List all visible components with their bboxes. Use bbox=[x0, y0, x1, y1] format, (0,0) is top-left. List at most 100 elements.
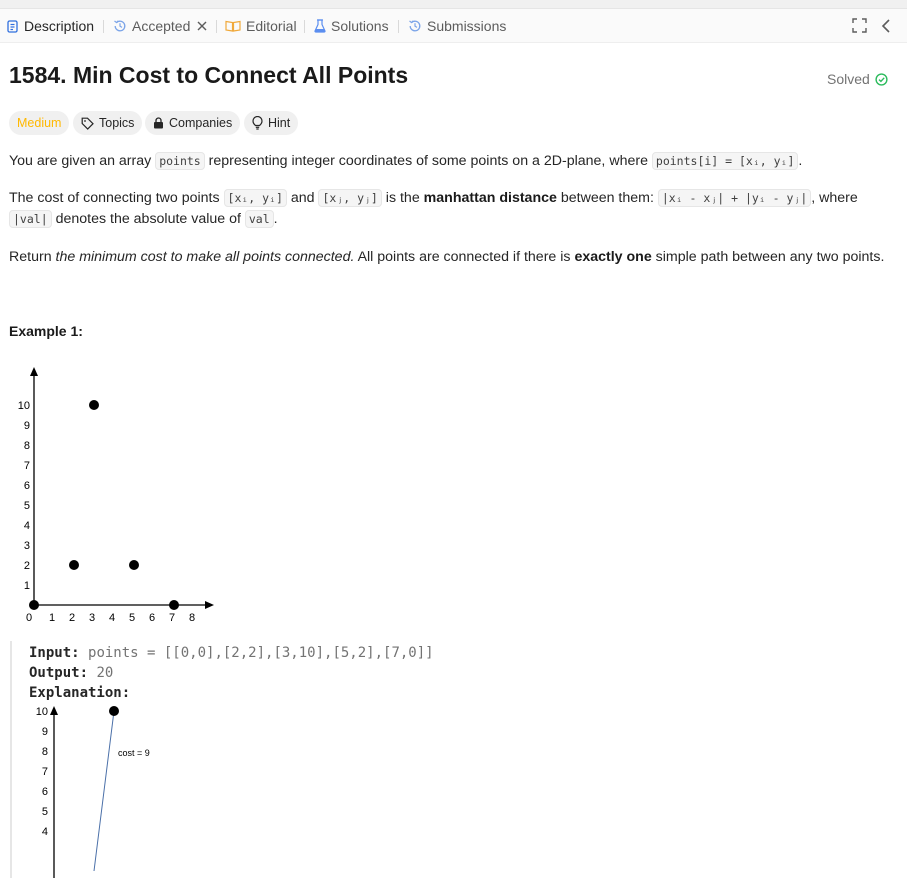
description-icon bbox=[7, 19, 18, 33]
tab-solutions-label: Solutions bbox=[331, 18, 389, 34]
tab-separator bbox=[398, 20, 399, 33]
data-point bbox=[29, 600, 39, 610]
y-tick-label: 6 bbox=[24, 480, 30, 492]
explanation-graph: 4 5 6 7 8 9 10 cost = 9 bbox=[36, 706, 150, 878]
tab-submissions[interactable]: Submissions bbox=[408, 9, 506, 43]
y-tick-label: 7 bbox=[42, 766, 48, 778]
tag-icon bbox=[81, 117, 94, 130]
text: Return bbox=[9, 249, 56, 265]
tab-editorial-label: Editorial bbox=[246, 18, 297, 34]
x-tick-label: 2 bbox=[69, 612, 75, 624]
hint-button[interactable]: Hint bbox=[244, 111, 299, 135]
output-label: Output: bbox=[29, 665, 89, 681]
text: and bbox=[286, 190, 319, 206]
book-icon bbox=[225, 20, 241, 32]
bold-text: exactly one bbox=[574, 249, 652, 265]
close-icon[interactable] bbox=[197, 21, 207, 31]
y-tick-label: 5 bbox=[42, 806, 48, 818]
y-tick-label: 2 bbox=[24, 560, 30, 572]
history-icon bbox=[409, 20, 421, 32]
lock-icon bbox=[154, 117, 163, 129]
y-tick-label: 5 bbox=[24, 500, 30, 512]
input-line: Input: points = [[0,0],[2,2],[3,10],[5,2… bbox=[29, 645, 434, 661]
inline-code: val bbox=[244, 210, 274, 228]
x-tick-label: 7 bbox=[169, 612, 175, 624]
problem-title: 1584. Min Cost to Connect All Points bbox=[9, 62, 409, 88]
inline-code: points[i] = [xᵢ, yᵢ] bbox=[651, 152, 799, 170]
tab-editorial[interactable]: Editorial bbox=[225, 9, 297, 43]
tab-description-label: Description bbox=[24, 18, 95, 34]
hint-label: Hint bbox=[268, 116, 291, 130]
x-axis-arrow bbox=[205, 601, 214, 609]
y-tick-label: 3 bbox=[24, 540, 30, 552]
inline-code: [xᵢ, yᵢ] bbox=[223, 189, 287, 207]
y-tick-label: 1 bbox=[24, 580, 30, 592]
y-tick-label: 10 bbox=[36, 706, 48, 718]
data-point bbox=[69, 560, 79, 570]
fullscreen-icon[interactable] bbox=[852, 18, 867, 33]
top-strip bbox=[0, 0, 907, 9]
data-point bbox=[89, 400, 99, 410]
inline-code: |xᵢ - xⱼ| + |yᵢ - yⱼ| bbox=[657, 189, 812, 207]
output-line: Output: 20 bbox=[29, 665, 113, 681]
example-heading: Example 1: bbox=[9, 323, 83, 339]
inline-code: |val| bbox=[9, 210, 52, 228]
x-tick-label: 5 bbox=[129, 612, 135, 624]
text: between them: bbox=[556, 190, 658, 206]
y-tick-label: 6 bbox=[42, 786, 48, 798]
x-tick-label: 3 bbox=[89, 612, 95, 624]
tab-separator bbox=[304, 20, 305, 33]
description-paragraph-1: You are given an array points representi… bbox=[9, 151, 899, 172]
y-tick-label: 9 bbox=[42, 726, 48, 738]
input-label: Input: bbox=[29, 645, 80, 661]
text: denotes the absolute value of bbox=[51, 211, 245, 227]
tab-accepted-label: Accepted bbox=[132, 18, 191, 34]
tab-separator bbox=[103, 20, 104, 33]
text: All points are connected if there is bbox=[354, 249, 575, 265]
tab-solutions[interactable]: Solutions bbox=[314, 9, 389, 43]
history-icon bbox=[114, 20, 126, 32]
companies-label: Companies bbox=[169, 116, 233, 130]
tab-description[interactable]: Description bbox=[7, 9, 94, 43]
text: The cost of connecting two points bbox=[9, 190, 224, 206]
flask-icon bbox=[314, 19, 326, 33]
data-point bbox=[109, 706, 119, 716]
data-point bbox=[129, 560, 139, 570]
y-tick-label: 8 bbox=[42, 746, 48, 758]
topics-label: Topics bbox=[99, 116, 135, 130]
topics-button[interactable]: Topics bbox=[73, 111, 143, 135]
y-tick-label: 10 bbox=[18, 400, 30, 412]
description-paragraph-3: Return the minimum cost to make all poin… bbox=[9, 247, 899, 268]
lightbulb-icon bbox=[252, 116, 263, 130]
solved-status: Solved bbox=[827, 71, 888, 87]
text: representing integer coordinates of some… bbox=[204, 153, 652, 169]
example-graph: 1 2 3 4 5 6 7 8 9 10 0 1 2 3 4 5 6 7 8 bbox=[18, 367, 214, 624]
tab-accepted[interactable]: Accepted bbox=[113, 9, 212, 43]
y-tick-label: 4 bbox=[24, 520, 30, 532]
explanation-line: Explanation: bbox=[29, 685, 130, 701]
tab-separator bbox=[216, 20, 217, 33]
explanation-label: Explanation: bbox=[29, 685, 131, 701]
check-circle-icon bbox=[875, 72, 888, 86]
y-axis-arrow bbox=[30, 367, 38, 376]
text: is the bbox=[381, 190, 424, 206]
italic-text: the minimum cost to make all points conn… bbox=[55, 249, 355, 265]
x-tick-label: 4 bbox=[109, 612, 115, 624]
text: You are given an array bbox=[9, 153, 156, 169]
tab-submissions-label: Submissions bbox=[427, 18, 507, 34]
y-tick-label: 7 bbox=[24, 460, 30, 472]
chevron-left-icon[interactable] bbox=[881, 19, 891, 33]
difficulty-badge: Medium bbox=[9, 111, 70, 135]
tab-bar: Description Accepted Editorial Solutions… bbox=[0, 9, 907, 43]
solved-label: Solved bbox=[827, 71, 870, 87]
inline-code: [xⱼ, yⱼ] bbox=[318, 189, 382, 207]
edge-cost-label: cost = 9 bbox=[118, 748, 150, 758]
x-tick-label: 8 bbox=[189, 612, 195, 624]
description-paragraph-2: The cost of connecting two points [xᵢ, y… bbox=[9, 188, 899, 230]
y-axis-arrow bbox=[50, 706, 58, 715]
output-value: 20 bbox=[96, 665, 114, 681]
companies-button[interactable]: Companies bbox=[145, 111, 241, 135]
bold-text: manhattan distance bbox=[423, 190, 557, 206]
input-value: points = [[0,0],[2,2],[3,10],[5,2],[7,0]… bbox=[88, 645, 434, 661]
data-point bbox=[169, 600, 179, 610]
